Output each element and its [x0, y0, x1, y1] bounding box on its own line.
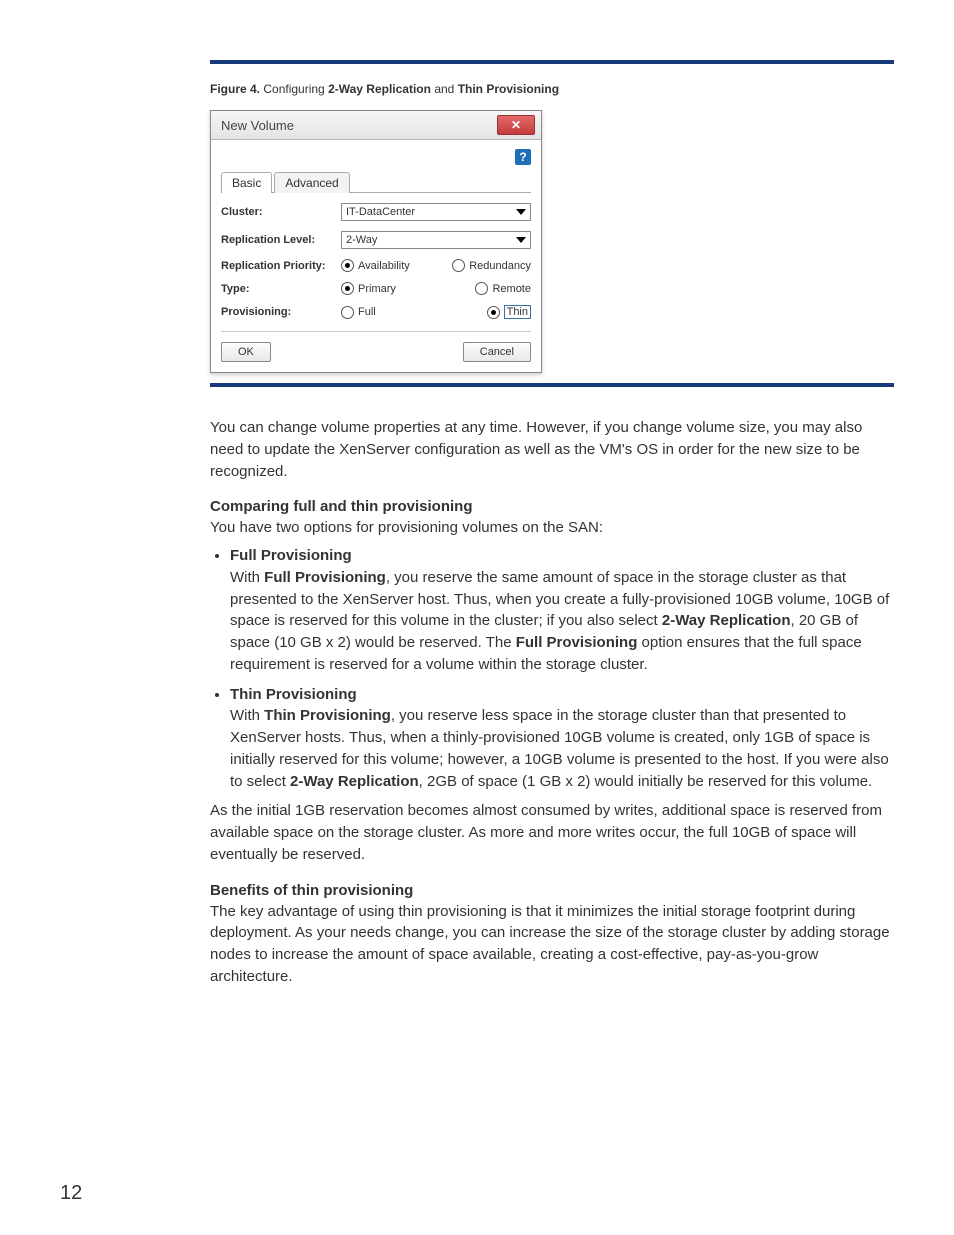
dialog-titlebar: New Volume ✕	[211, 111, 541, 140]
radio-availability[interactable]: Availability	[341, 259, 410, 272]
close-icon: ✕	[511, 119, 521, 131]
radio-icon	[475, 282, 488, 295]
radio-remote[interactable]: Remote	[475, 282, 531, 295]
tab-basic[interactable]: Basic	[221, 172, 272, 193]
cluster-value: IT-DataCenter	[346, 206, 415, 218]
dialog-title: New Volume	[221, 118, 294, 133]
ok-button[interactable]: OK	[221, 342, 271, 362]
replication-priority-label: Replication Priority:	[221, 260, 341, 272]
body-paragraph: You can change volume properties at any …	[210, 417, 894, 482]
figure-caption: Figure 4. Configuring 2-Way Replication …	[210, 82, 894, 96]
replication-level-value: 2-Way	[346, 234, 377, 246]
cluster-select[interactable]: IT-DataCenter	[341, 203, 531, 221]
radio-icon	[487, 306, 500, 319]
tabs: Basic Advanced	[221, 171, 531, 193]
help-icon[interactable]: ?	[515, 149, 531, 165]
replication-level-label: Replication Level:	[221, 234, 341, 246]
body-paragraph: The key advantage of using thin provisio…	[210, 901, 894, 988]
radio-primary[interactable]: Primary	[341, 282, 396, 295]
body-paragraph: You have two options for provisioning vo…	[210, 517, 894, 539]
chevron-down-icon	[516, 237, 526, 243]
radio-icon	[341, 306, 354, 319]
radio-icon	[341, 282, 354, 295]
list-item: Full Provisioning With Full Provisioning…	[230, 545, 894, 676]
page-number: 12	[60, 1182, 82, 1205]
replication-level-select[interactable]: 2-Way	[341, 231, 531, 249]
chevron-down-icon	[516, 209, 526, 215]
new-volume-dialog: New Volume ✕ ? Basic Advanced Cluster: I…	[210, 110, 542, 373]
radio-full[interactable]: Full	[341, 305, 376, 319]
body-paragraph: As the initial 1GB reservation becomes a…	[210, 800, 894, 865]
tab-advanced[interactable]: Advanced	[274, 172, 349, 193]
type-label: Type:	[221, 283, 341, 295]
cancel-button[interactable]: Cancel	[463, 342, 531, 362]
section-heading: Comparing full and thin provisioning	[210, 498, 894, 515]
close-button[interactable]: ✕	[497, 115, 535, 135]
cluster-label: Cluster:	[221, 206, 341, 218]
section-heading: Benefits of thin provisioning	[210, 882, 894, 899]
radio-icon	[452, 259, 465, 272]
radio-redundancy[interactable]: Redundancy	[452, 259, 531, 272]
list-item: Thin Provisioning With Thin Provisioning…	[230, 684, 894, 793]
radio-thin[interactable]: Thin	[487, 305, 531, 319]
provisioning-label: Provisioning:	[221, 306, 341, 318]
radio-icon	[341, 259, 354, 272]
